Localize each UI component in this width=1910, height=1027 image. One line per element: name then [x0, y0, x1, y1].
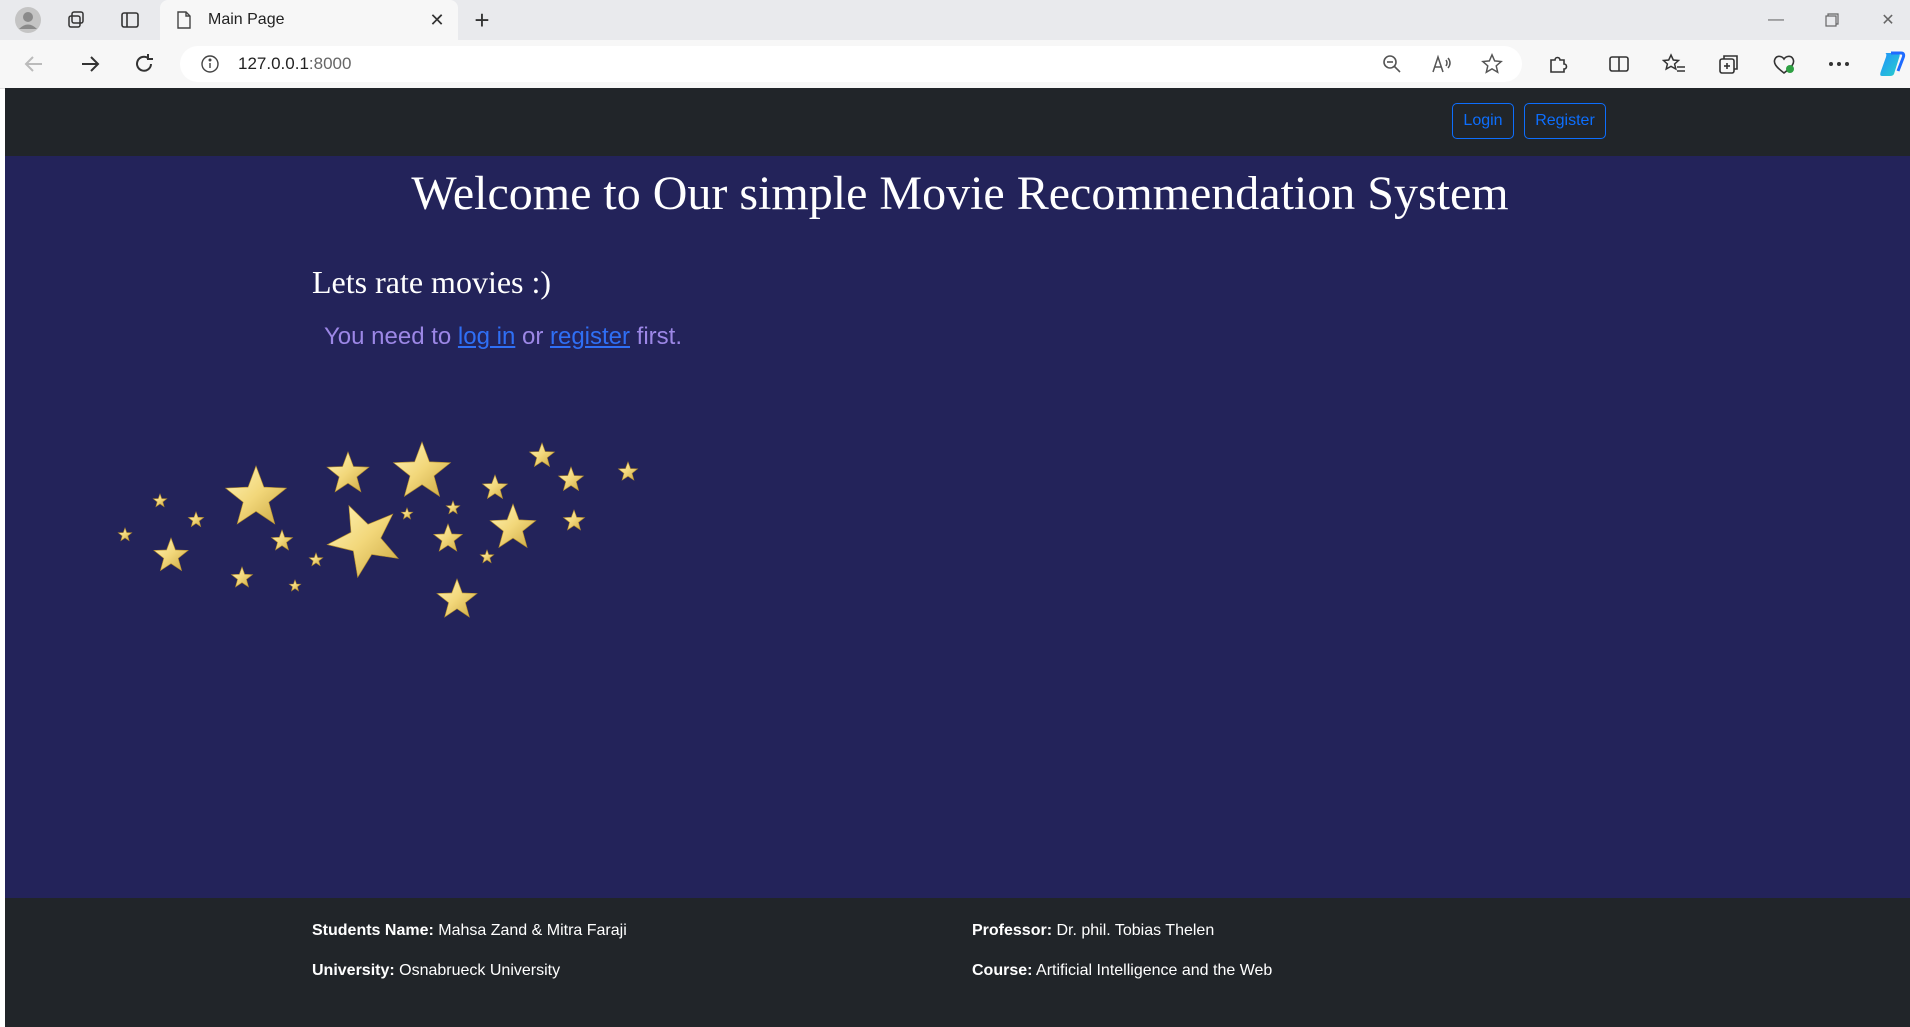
extensions-icon[interactable] [1542, 48, 1574, 80]
web-page: Login Register Welcome to Our simple Mov… [5, 88, 1910, 1027]
vertical-tabs-icon[interactable] [114, 4, 146, 36]
browser-tab-bar: Main Page ✕ + — ✕ [0, 0, 1910, 40]
notice-or: or [515, 323, 550, 350]
star-shape [224, 465, 288, 525]
minimize-icon[interactable]: — [1748, 0, 1804, 40]
site-footer: Students Name: Mahsa Zand & Mitra Faraji… [5, 898, 1910, 1027]
collections-icon[interactable] [1713, 48, 1745, 80]
login-notice: You need to log in or register first. [324, 323, 682, 351]
login-link[interactable]: log in [458, 323, 515, 350]
info-icon[interactable] [200, 54, 220, 74]
register-button[interactable]: Register [1524, 103, 1606, 139]
workspaces-icon[interactable] [60, 4, 92, 36]
favorite-star-icon[interactable] [1476, 48, 1508, 80]
address-bar[interactable]: 127.0.0.1:8000 [180, 46, 1522, 82]
window-close-icon[interactable]: ✕ [1860, 0, 1910, 40]
star-shape [432, 523, 464, 552]
copilot-icon[interactable] [1876, 48, 1908, 80]
split-screen-icon[interactable] [1603, 48, 1635, 80]
star-shape [187, 511, 205, 528]
restore-icon[interactable] [1804, 0, 1860, 40]
star-shape [308, 552, 324, 567]
refresh-icon[interactable] [128, 48, 160, 80]
page-subtitle: Lets rate movies :) [312, 264, 552, 300]
star-shape [326, 504, 399, 579]
login-button[interactable]: Login [1452, 103, 1514, 139]
close-icon[interactable]: ✕ [424, 7, 450, 33]
star-shape [392, 441, 452, 497]
url-text: 127.0.0.1:8000 [238, 54, 352, 73]
star-shape [288, 579, 302, 592]
university-info: University: Osnabrueck University [312, 962, 561, 979]
students-info: Students Name: Mahsa Zand & Mitra Faraji [312, 922, 627, 939]
star-shape [562, 509, 586, 531]
stars-decoration [117, 441, 639, 618]
star-shape [117, 527, 133, 542]
page-title: Welcome to Our simple Movie Recommendati… [411, 167, 1509, 220]
star-shape [479, 549, 495, 564]
plus-icon[interactable]: + [466, 4, 498, 36]
favorites-icon[interactable] [1658, 48, 1690, 80]
course-info: Course: Artificial Intelligence and the … [972, 962, 1273, 979]
back-icon[interactable] [18, 48, 50, 80]
browser-toolbar: 127.0.0.1:8000 [0, 40, 1910, 89]
star-shape [481, 474, 509, 500]
site-navbar: Login Register [5, 88, 1910, 156]
star-shape [489, 503, 537, 549]
star-shape [326, 451, 370, 493]
read-aloud-icon[interactable] [1426, 48, 1458, 80]
star-shape [528, 442, 556, 468]
star-shape [152, 493, 168, 508]
star-shape [617, 461, 639, 481]
zoom-out-icon[interactable] [1376, 48, 1408, 80]
star-shape [153, 537, 189, 572]
star-shape [230, 566, 254, 588]
star-shape [557, 466, 585, 492]
register-link[interactable]: register [550, 323, 630, 350]
star-shape [270, 529, 294, 551]
document-icon [176, 11, 194, 29]
notice-prefix: You need to [324, 323, 458, 350]
tab-title: Main Page [208, 11, 285, 28]
forward-icon[interactable] [74, 48, 106, 80]
star-shape [436, 578, 478, 618]
active-tab[interactable]: Main Page ✕ [160, 0, 458, 40]
notice-suffix: first. [630, 323, 683, 350]
star-shape [400, 507, 414, 520]
profile-icon[interactable] [12, 4, 44, 36]
browser-essentials-icon[interactable] [1768, 48, 1800, 80]
more-icon[interactable] [1823, 48, 1855, 80]
star-shape [445, 500, 461, 515]
professor-info: Professor: Dr. phil. Tobias Thelen [972, 922, 1215, 939]
